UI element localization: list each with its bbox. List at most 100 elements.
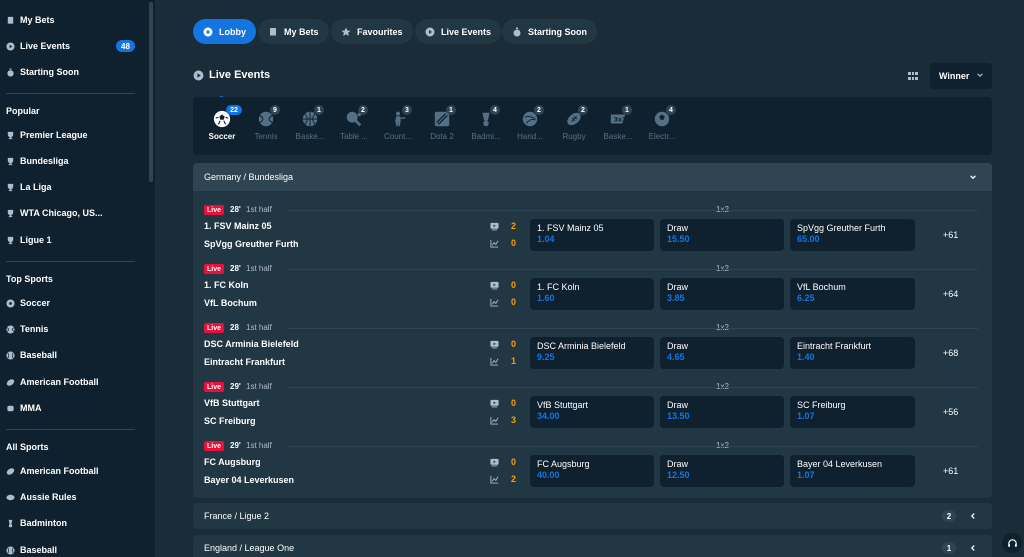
tab-label: Lobby <box>219 26 246 37</box>
sport-tab-dota-2[interactable]: 1 Dota 2 <box>420 105 464 141</box>
home-score: 0 <box>511 457 517 467</box>
tab-favourites[interactable]: Favourites <box>331 19 413 44</box>
chevron-left-icon[interactable] <box>968 511 978 521</box>
sidebar-item-baseball[interactable]: Baseball <box>6 347 57 363</box>
sidebar-item-soccer[interactable]: Soccer <box>6 295 50 311</box>
sidebar-item-aussie-rules[interactable]: Aussie Rules <box>6 489 77 505</box>
sidebar-item-tennis[interactable]: Tennis <box>6 321 48 337</box>
sport-count-badge: 4 <box>490 105 500 115</box>
sport-count-badge: 1 <box>446 105 456 115</box>
stats-icon[interactable] <box>490 475 499 484</box>
sport-tab-basketball[interactable]: 1 Baske... <box>288 105 332 141</box>
sidebar-item-wta-chicago[interactable]: WTA Chicago, US... <box>6 205 103 221</box>
divider <box>6 429 135 430</box>
sport-count-badge: 4 <box>666 105 676 115</box>
section-title: Live Events <box>193 69 270 81</box>
sport-tab-soccer[interactable]: 22 Soccer <box>200 105 244 141</box>
mma-icon <box>6 404 15 413</box>
sport-count-badge: 2 <box>534 105 544 115</box>
sport-tab-basketball-3x3[interactable]: 3x3 1 Baske... <box>596 105 640 141</box>
sport-tab-table-tennis[interactable]: 2 Table ... <box>332 105 376 141</box>
sidebar-item-la-liga[interactable]: La Liga <box>6 179 52 195</box>
baseball-icon <box>6 545 15 555</box>
sport-count-badge: 1 <box>314 105 324 115</box>
tab-my-bets[interactable]: My Bets <box>258 19 329 44</box>
market-select[interactable]: Winner <box>930 63 992 89</box>
sidebar-item-label: My Bets <box>20 15 55 25</box>
sport-tab-rugby[interactable]: 2 Rugby <box>552 105 596 141</box>
sidebar: My Bets Live Events 48 Starting Soon Pop… <box>0 0 148 557</box>
sidebar-item-mma[interactable]: MMA <box>6 400 42 416</box>
chevron-left-icon[interactable] <box>968 543 978 553</box>
away-team[interactable]: Bayer 04 Leverkusen <box>204 475 294 485</box>
odds-button-draw[interactable]: Draw 12.50 <box>660 455 784 487</box>
more-markets-link[interactable]: +61 <box>943 466 958 476</box>
tab-starting-soon[interactable]: Starting Soon <box>502 19 597 44</box>
sport-tab-badminton[interactable]: 4 Badmi... <box>464 105 508 141</box>
sport-count-badge: 2 <box>578 105 588 115</box>
sport-label: Electr... <box>648 132 676 141</box>
sport-tab-handball[interactable]: 2 Hand... <box>508 105 552 141</box>
tab-label: Live Events <box>441 26 492 37</box>
headset-icon <box>1007 538 1017 547</box>
american-football-icon <box>6 378 15 387</box>
sport-count-badge: 9 <box>270 105 280 115</box>
match-minute: 28 <box>230 323 239 332</box>
section-title-text: Live Events <box>209 69 271 81</box>
odds-button-away[interactable]: Bayer 04 Leverkusen 1.07 <box>790 455 915 487</box>
grid-view-icon[interactable] <box>908 72 918 81</box>
sidebar-heading-all-sports: All Sports <box>6 442 49 452</box>
sidebar-item-american-football[interactable]: American Football <box>6 374 99 390</box>
sidebar-item-label: Badminton <box>20 518 67 528</box>
trophy-icon <box>6 183 15 192</box>
sidebar-item-premier-league[interactable]: Premier League <box>6 127 88 143</box>
match-period: 1st half <box>246 323 272 332</box>
trophy-icon <box>6 131 15 140</box>
sport-tab-tennis[interactable]: 9 Tennis <box>244 105 288 141</box>
support-chat-button[interactable] <box>1002 533 1022 553</box>
sidebar-item-badminton[interactable]: Badminton <box>6 515 67 531</box>
league-panel-bundesliga: Germany / Bundesliga Live 28' 1st half 1… <box>193 163 992 498</box>
sidebar-item-label: Baseball <box>20 350 58 360</box>
sidebar-item-my-bets[interactable]: My Bets <box>6 12 55 28</box>
league-header-league-one[interactable]: England / League One 1 <box>193 535 992 557</box>
outcome-name: Bayer 04 Leverkusen <box>797 459 883 469</box>
match-minute: 28' <box>230 205 241 214</box>
divider <box>288 387 978 388</box>
tab-live-events[interactable]: Live Events <box>415 19 502 44</box>
tab-lobby[interactable]: Lobby <box>193 19 256 44</box>
trophy-icon <box>6 236 15 245</box>
badminton-icon <box>6 519 15 528</box>
american-football-icon <box>6 467 15 476</box>
match-row: Live 29' 1st half 1x2 FC Augsburg Bayer … <box>193 399 992 487</box>
sports-filter-strip: 22 Soccer 9 Tennis 1 Baske... 2 Table ..… <box>193 97 992 155</box>
divider <box>288 446 978 447</box>
chevron-down-icon <box>976 71 984 81</box>
away-score: 2 <box>511 474 517 484</box>
sidebar-item-label: Baseball <box>20 545 58 555</box>
sidebar-item-baseball-all[interactable]: Baseball <box>6 542 57 557</box>
sidebar-item-label: Premier League <box>20 130 88 140</box>
sport-label: Dota 2 <box>430 132 454 141</box>
sidebar-item-bundesliga[interactable]: Bundesliga <box>6 153 69 169</box>
sidebar-item-starting-soon[interactable]: Starting Soon <box>6 64 79 80</box>
sport-tab-esoccer[interactable]: 4 Electr... <box>640 105 684 141</box>
scrollbar-thumb[interactable] <box>149 2 153 182</box>
league-name: England / League One <box>204 543 295 553</box>
sport-tab-counter-strike[interactable]: 3 Count... <box>376 105 420 141</box>
outcome-name: Draw <box>667 459 689 469</box>
outcome-name: FC Augsburg <box>537 459 590 469</box>
sidebar-item-label: MMA <box>20 403 42 413</box>
live-stream-icon[interactable] <box>490 458 499 467</box>
home-team[interactable]: FC Augsburg <box>204 457 261 467</box>
sidebar-item-ligue-1[interactable]: Ligue 1 <box>6 232 52 248</box>
sidebar-item-label: WTA Chicago, US... <box>20 208 103 218</box>
odds-button-home[interactable]: FC Augsburg 40.00 <box>530 455 654 487</box>
outcome-odds: 12.50 <box>667 470 690 480</box>
sidebar-heading-popular: Popular <box>6 106 40 116</box>
league-header-ligue-2[interactable]: France / Ligue 2 2 <box>193 503 992 529</box>
sidebar-item-live-events[interactable]: Live Events <box>6 38 70 54</box>
sidebar-item-american-football-all[interactable]: American Football <box>6 463 99 479</box>
sidebar-scrollbar[interactable] <box>148 0 155 557</box>
sidebar-item-label: Soccer <box>20 298 51 308</box>
